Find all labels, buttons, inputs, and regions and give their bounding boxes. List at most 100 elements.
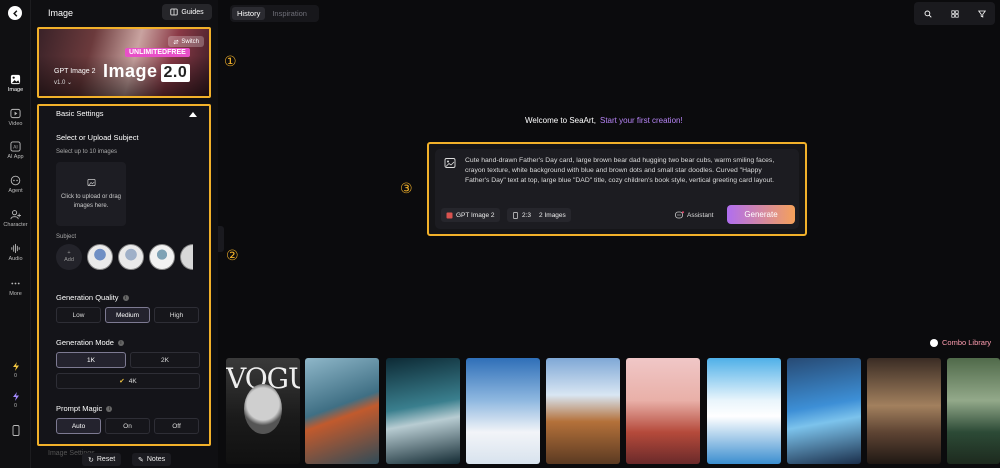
magic-option-off[interactable]: Off (154, 418, 199, 434)
rail-label: Agent (8, 188, 23, 194)
guides-button[interactable]: Guides (162, 4, 212, 20)
credit-counter[interactable]: 0 (6, 392, 25, 409)
assistant-icon (675, 211, 684, 219)
filter-icon[interactable] (977, 10, 986, 18)
rail-label: Character (3, 222, 28, 228)
model-chip[interactable]: GPT Image 2 (441, 208, 500, 222)
prompt-magic-label: Prompt Magic (56, 404, 103, 413)
back-icon[interactable] (8, 6, 22, 20)
subject-thumbnail[interactable] (87, 244, 113, 270)
upload-dropzone[interactable]: Click to upload or drag images here. (56, 162, 126, 226)
gallery-image[interactable] (626, 358, 700, 464)
subject-thumbnail[interactable] (118, 244, 144, 270)
mode-option-1k[interactable]: 1K (56, 352, 126, 368)
rail-item-character[interactable]: Character (0, 209, 31, 228)
mode-option-4k-label: 4K (128, 377, 137, 385)
credit-icon (12, 392, 19, 401)
model-version[interactable]: v1.0 ⌄ (54, 79, 72, 86)
welcome-text: Welcome to SeaArt, (525, 116, 596, 125)
left-rail: Image Video AI AI App Agent Character Au… (0, 0, 31, 468)
rail-item-more[interactable]: More (0, 278, 31, 297)
gallery-image[interactable]: VOGU (226, 358, 300, 464)
image-prompt-icon[interactable] (444, 157, 456, 169)
rail-item-video[interactable]: Video (0, 108, 31, 127)
rail-item-agent[interactable]: Agent (0, 175, 31, 194)
mode-option-4k[interactable]: ✔ 4K (56, 373, 200, 389)
subject-label: Subject (56, 234, 77, 240)
gallery-image[interactable] (707, 358, 781, 464)
combo-library-icon (930, 338, 938, 347)
subject-thumbnail[interactable] (180, 244, 193, 270)
device-icon[interactable] (6, 425, 25, 438)
gallery-image[interactable] (386, 358, 460, 464)
basic-settings-title[interactable]: Basic Settings (56, 109, 104, 118)
lightning-counter[interactable]: 0 (6, 362, 25, 379)
combo-library-label: Combo Library (942, 338, 992, 347)
model-chip-label: GPT Image 2 (456, 211, 495, 219)
notes-button[interactable]: ✎ Notes (132, 453, 172, 466)
panel-footer: Image Settings ↻ Reset ✎ Notes (31, 448, 218, 468)
magic-selector: Auto On Off (56, 418, 199, 434)
pro-badge-icon: ✔ (119, 378, 125, 385)
info-icon[interactable]: i (106, 406, 113, 412)
ai-app-icon: AI (10, 141, 21, 152)
prompt-magic-title: Prompt Magic i (56, 404, 113, 413)
basic-settings-section: Basic Settings Select or Upload Subject … (37, 104, 211, 446)
grid-icon[interactable] (950, 9, 959, 18)
rail-item-audio[interactable]: Audio (0, 243, 31, 262)
info-icon[interactable]: i (117, 340, 124, 346)
mode-selector-row1: 1K 2K (56, 352, 200, 368)
upload-dropzone-text: Click to upload or drag images here. (60, 194, 122, 209)
switch-model-button[interactable]: Switch (168, 36, 204, 47)
annotation-marker-1: ① (224, 54, 237, 70)
model-card[interactable]: Switch UNLIMITEDFREE Image 2.0 GPT Image … (37, 27, 211, 98)
rail-item-ai-app[interactable]: AI AI App (0, 141, 31, 160)
model-version-label: v1.0 (54, 80, 66, 86)
reset-icon: ↻ (88, 456, 94, 464)
settings-panel: Image Guides Switch UNLIMITEDFREE Image 2… (31, 0, 218, 468)
gallery-image[interactable] (466, 358, 540, 464)
generation-mode-title: Generation Mode i (56, 338, 124, 347)
quality-option-medium[interactable]: Medium (105, 307, 150, 323)
gallery-image[interactable] (947, 358, 1000, 464)
magic-option-auto[interactable]: Auto (56, 418, 101, 434)
more-icon (11, 282, 20, 285)
search-icon[interactable] (924, 10, 932, 18)
guides-label: Guides (181, 8, 204, 16)
panel-collapse-handle[interactable] (218, 226, 224, 252)
gallery-image[interactable] (305, 358, 379, 464)
assistant-label: Assistant (687, 211, 714, 219)
video-icon (10, 108, 21, 119)
info-icon[interactable]: i (122, 295, 129, 301)
tab-inspiration[interactable]: Inspiration (267, 7, 312, 20)
collapse-caret-icon[interactable] (189, 112, 197, 117)
gallery-image[interactable] (546, 358, 620, 464)
model-banner-word: Image (103, 61, 158, 81)
welcome-cta[interactable]: Start your first creation! (600, 116, 683, 125)
assistant-toggle[interactable]: Assistant (675, 211, 713, 219)
reset-button[interactable]: ↻ Reset (82, 453, 122, 466)
magic-option-on[interactable]: On (105, 418, 150, 434)
model-banner-version: 2.0 (160, 64, 191, 82)
rail-item-image[interactable]: Image (0, 74, 31, 93)
quality-option-low[interactable]: Low (56, 307, 101, 323)
prompt-box[interactable]: Cute hand-drawn Father's Day card, large… (435, 149, 799, 229)
gallery-image[interactable] (787, 358, 861, 464)
tab-history[interactable]: History (232, 7, 266, 20)
mode-option-2k[interactable]: 2K (130, 352, 200, 368)
lightning-count: 0 (14, 373, 17, 379)
generation-mode-label: Generation Mode (56, 338, 114, 347)
add-subject-button[interactable]: + Add (56, 244, 82, 270)
ratio-count-chip[interactable]: 2:3 2 Images (507, 208, 571, 222)
generate-button[interactable]: Generate (727, 205, 795, 224)
mode-selector-row2: ✔ 4K (56, 373, 200, 389)
combo-library-link[interactable]: Combo Library (930, 338, 991, 347)
unlimited-free-badge: UNLIMITEDFREE (125, 48, 190, 57)
top-toolbar (914, 2, 995, 25)
subject-thumbnail[interactable] (149, 244, 175, 270)
chevron-down-icon: ⌄ (67, 80, 73, 86)
gallery-image[interactable] (867, 358, 941, 464)
prompt-textarea[interactable]: Cute hand-drawn Father's Day card, large… (465, 156, 785, 186)
book-icon (170, 8, 179, 16)
quality-option-high[interactable]: High (154, 307, 199, 323)
